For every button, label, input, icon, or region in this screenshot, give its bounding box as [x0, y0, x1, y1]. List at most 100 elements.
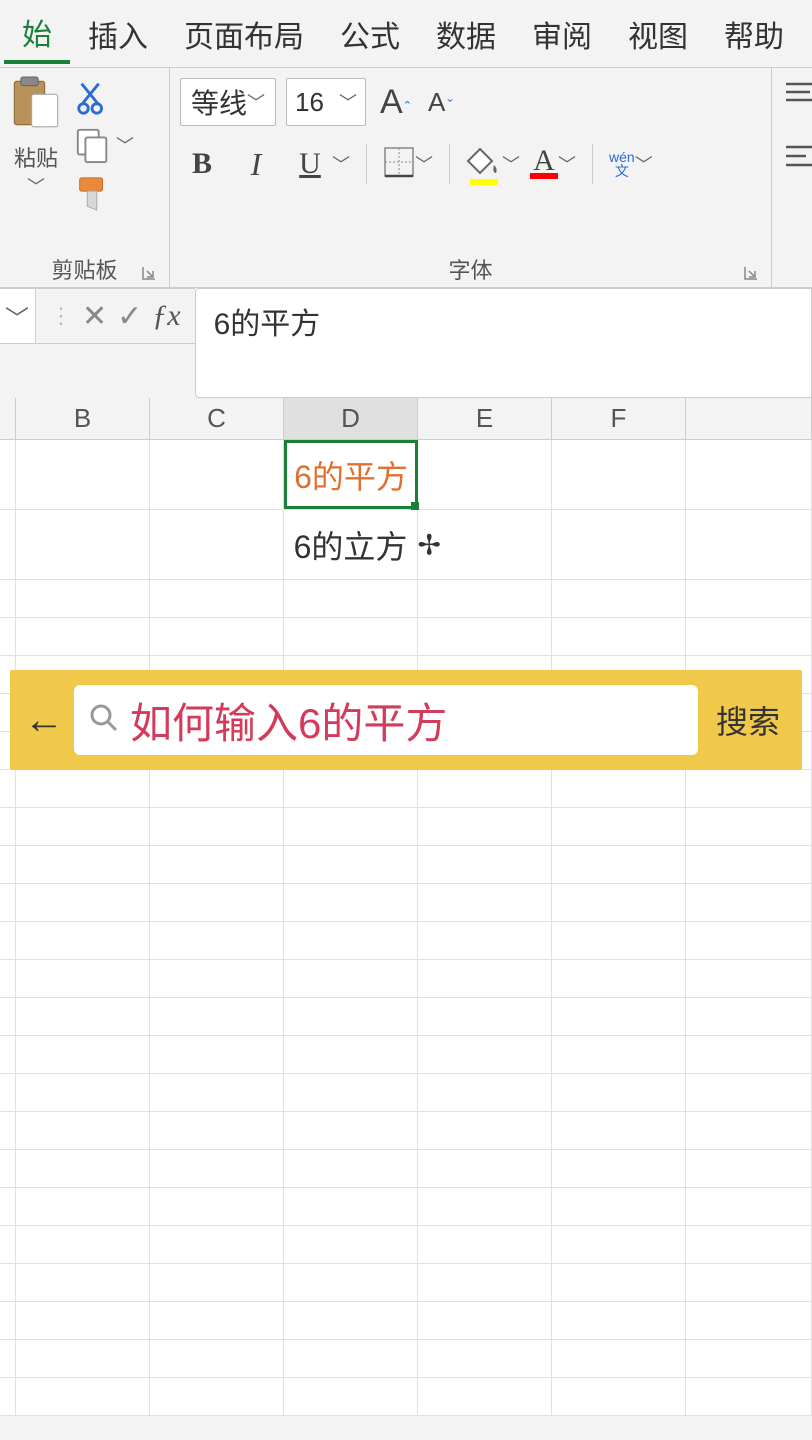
grid-row	[0, 846, 812, 884]
grid-row	[0, 1340, 812, 1378]
cell-b1[interactable]	[16, 440, 150, 509]
cell-e2[interactable]	[418, 510, 552, 579]
grid-row	[0, 1302, 812, 1340]
grid-row	[0, 580, 812, 618]
font-size-value: 16	[295, 87, 324, 118]
font-group: 等线 ﹀ 16 ﹀ Aˆ Aˇ B I U ﹀	[170, 68, 772, 287]
menu-view[interactable]: 视图	[610, 6, 706, 62]
chevron-down-icon: ﹀	[339, 89, 357, 115]
chevron-down-icon[interactable]: ﹀	[415, 151, 433, 177]
formula-input[interactable]: 6的平方	[195, 288, 812, 398]
grid-row	[0, 960, 812, 998]
menu-formulas[interactable]: 公式	[322, 6, 418, 62]
align-left-button[interactable]	[782, 137, 812, 180]
grid-row	[0, 1150, 812, 1188]
italic-button[interactable]: I	[234, 142, 278, 186]
cancel-formula-button[interactable]: ✕	[82, 299, 107, 334]
phonetic-guide-icon: wén 文	[609, 150, 635, 178]
increase-font-size-button[interactable]: Aˆ	[376, 83, 414, 122]
cell-d2[interactable]: 6的立方 ✢	[284, 510, 418, 579]
chevron-down-icon[interactable]: ﹀	[332, 151, 350, 177]
copy-button[interactable]: ﹀	[74, 126, 134, 164]
row-header-2[interactable]	[0, 510, 16, 579]
font-size-select[interactable]: 16 ﹀	[286, 78, 366, 126]
underline-button[interactable]: U ﹀	[288, 142, 350, 186]
cell-b2[interactable]	[16, 510, 150, 579]
search-icon	[88, 702, 120, 739]
copy-dropdown-icon[interactable]: ﹀	[116, 132, 134, 158]
cell-d2-value: 6的立方	[294, 522, 408, 568]
font-name-select[interactable]: 等线 ﹀	[180, 78, 276, 126]
fill-color-button[interactable]: ﹀	[466, 143, 520, 185]
column-header-blank[interactable]	[686, 398, 812, 439]
cell-f2[interactable]	[552, 510, 686, 579]
column-header-d[interactable]: D	[284, 398, 418, 439]
name-box[interactable]: ﹀	[0, 288, 36, 344]
cell-c2[interactable]	[150, 510, 284, 579]
menu-data[interactable]: 数据	[418, 6, 514, 62]
cell-c1[interactable]	[150, 440, 284, 509]
menu-help[interactable]: 帮助	[706, 6, 802, 62]
cell-e1[interactable]	[418, 440, 552, 509]
chevron-down-icon[interactable]: ﹀	[635, 151, 653, 177]
column-header-f[interactable]: F	[552, 398, 686, 439]
grid-row	[0, 922, 812, 960]
paste-dropdown-icon[interactable]: ﹀	[27, 173, 45, 199]
clipboard-group-label: 剪贴板	[51, 253, 117, 285]
paste-label: 粘贴	[14, 141, 58, 173]
column-header-e[interactable]: E	[418, 398, 552, 439]
search-button[interactable]: 搜索	[708, 697, 788, 743]
divider	[592, 144, 593, 184]
font-color-icon: A	[530, 149, 558, 179]
grid-row-1: 6的平方	[0, 440, 812, 510]
grid-row	[0, 770, 812, 808]
grid-row	[0, 1264, 812, 1302]
cell-d1[interactable]: 6的平方	[284, 440, 418, 509]
search-box[interactable]: 如何输入6的平方	[74, 685, 698, 755]
cell-f1[interactable]	[552, 440, 686, 509]
clipboard-launcher-icon[interactable]	[139, 263, 159, 283]
grid-row-2: 6的立方 ✢	[0, 510, 812, 580]
spreadsheet-grid[interactable]: B C D E F 6的平方 6的立方 ✢	[0, 398, 812, 1416]
bold-button[interactable]: B	[180, 142, 224, 186]
chevron-down-icon: ﹀	[247, 89, 265, 115]
back-arrow-icon[interactable]: ←	[24, 698, 64, 743]
row-header-1[interactable]	[0, 440, 16, 509]
grid-row	[0, 1112, 812, 1150]
menu-review[interactable]: 审阅	[514, 6, 610, 62]
column-header-c[interactable]: C	[150, 398, 284, 439]
cut-button[interactable]	[74, 78, 134, 116]
alignment-group	[772, 68, 812, 287]
format-painter-button[interactable]	[74, 174, 134, 212]
chevron-down-icon[interactable]: ﹀	[558, 151, 576, 177]
row-header-corner[interactable]	[0, 398, 16, 439]
font-launcher-icon[interactable]	[741, 263, 761, 283]
chevron-down-icon: ﹀	[5, 299, 29, 334]
grid-row	[0, 884, 812, 922]
menu-home[interactable]: 始	[4, 4, 70, 64]
grid-row	[0, 808, 812, 846]
grid-row	[0, 1226, 812, 1264]
divider	[449, 144, 450, 184]
font-color-button[interactable]: A ﹀	[530, 149, 576, 179]
phonetic-guide-button[interactable]: wén 文 ﹀	[609, 150, 653, 178]
font-name-value: 等线	[191, 82, 247, 122]
paste-icon[interactable]	[10, 74, 62, 137]
menu-insert[interactable]: 插入	[70, 6, 166, 62]
align-top-button[interactable]	[782, 78, 812, 121]
fill-color-icon	[466, 143, 502, 185]
column-headers: B C D E F	[0, 398, 812, 440]
menu-page-layout[interactable]: 页面布局	[166, 6, 322, 62]
cell-g1[interactable]	[686, 440, 812, 509]
border-button[interactable]: ﹀	[383, 146, 433, 183]
ribbon: 粘贴 ﹀ ﹀ 剪贴板	[0, 68, 812, 288]
cell-g2[interactable]	[686, 510, 812, 579]
grid-row	[0, 618, 812, 656]
column-header-b[interactable]: B	[16, 398, 150, 439]
search-overlay: ← 如何输入6的平方 搜索	[10, 670, 802, 770]
accept-formula-button[interactable]: ✓	[117, 299, 142, 334]
chevron-down-icon[interactable]: ﹀	[502, 151, 520, 177]
formula-handle-icon: ⋮	[50, 303, 72, 329]
insert-function-button[interactable]: ƒx	[152, 299, 180, 333]
decrease-font-size-button[interactable]: Aˇ	[424, 87, 457, 118]
